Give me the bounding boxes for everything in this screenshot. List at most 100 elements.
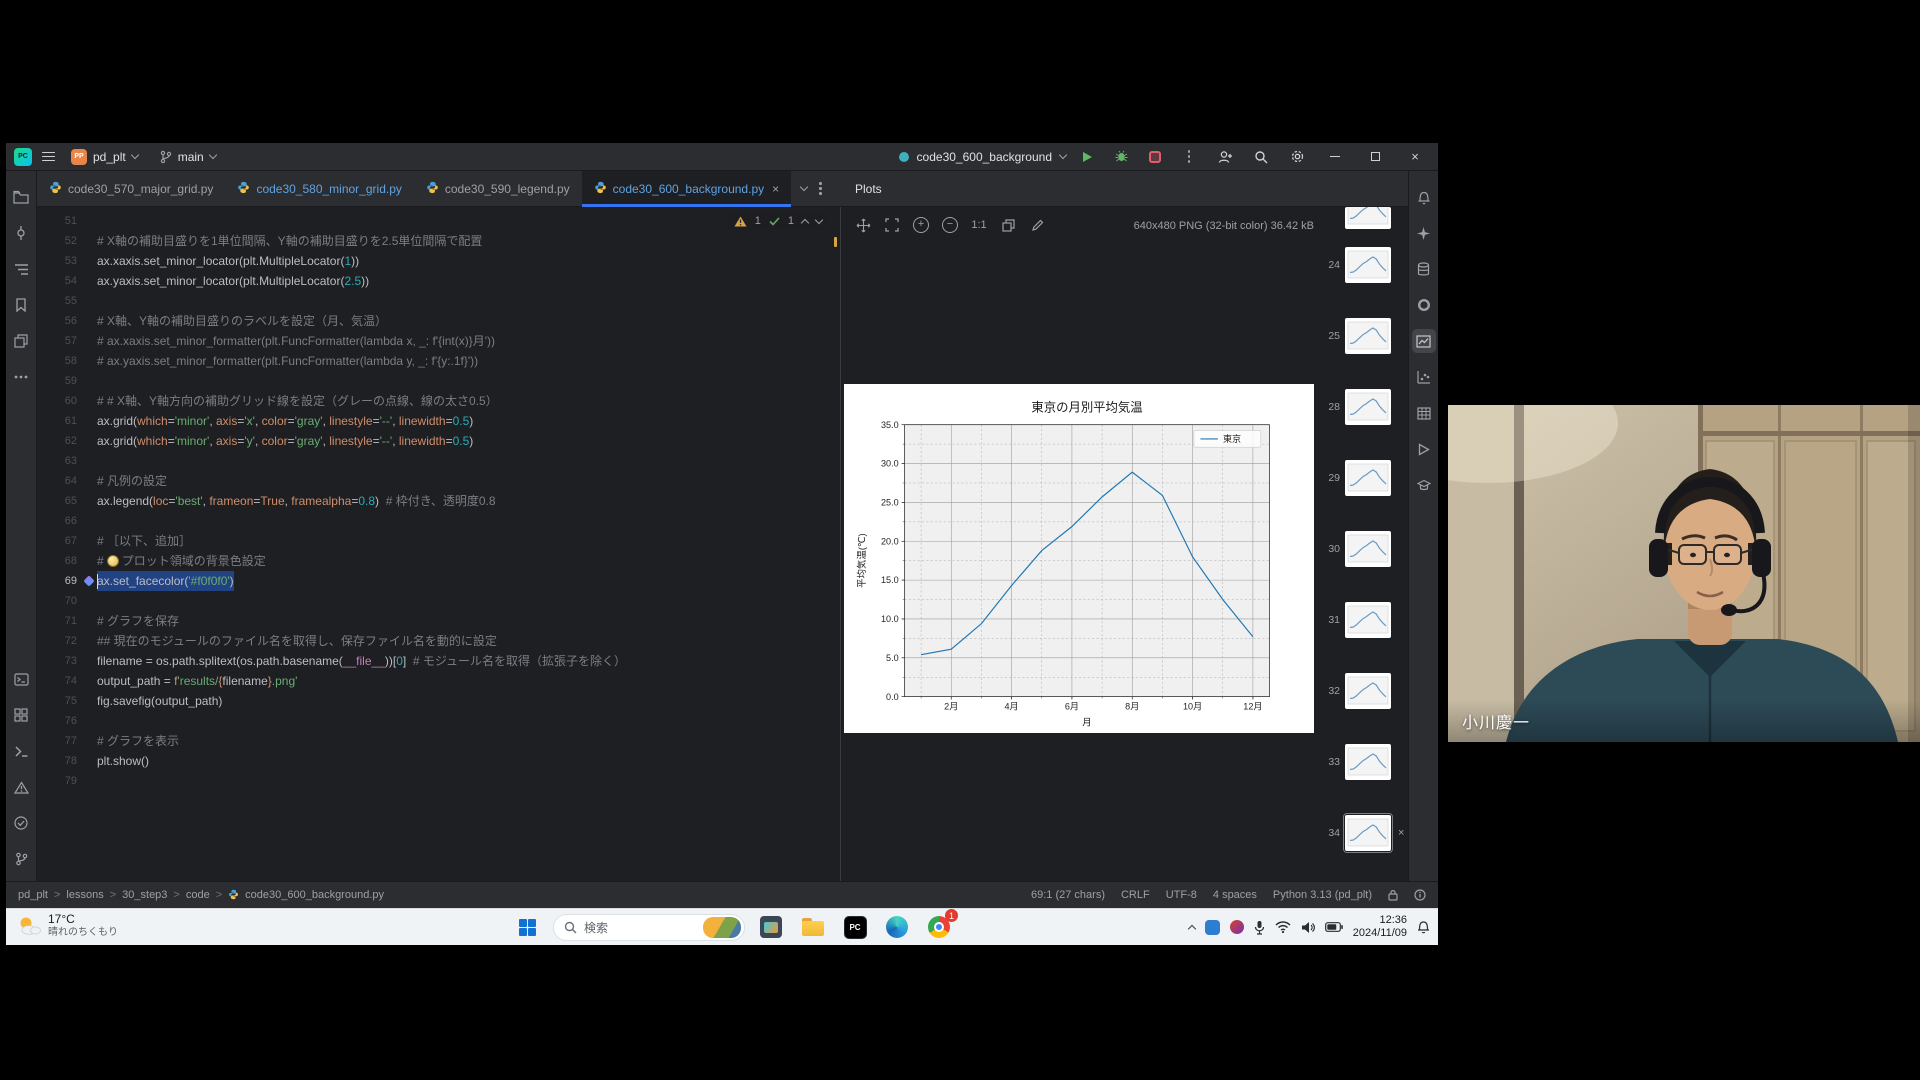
taskbar-app-chrome[interactable]: 1 bbox=[923, 911, 955, 943]
zoom-out-button[interactable]: − bbox=[940, 215, 960, 235]
python-interpreter[interactable]: Python 3.13 (pd_plt) bbox=[1273, 889, 1372, 901]
code-line-66[interactable]: 66 bbox=[37, 511, 840, 531]
gutter-ai-icon[interactable] bbox=[83, 575, 94, 586]
sciview-tool-button[interactable] bbox=[1412, 365, 1436, 389]
code-line-76[interactable]: 76 bbox=[37, 711, 840, 731]
pan-plot-button[interactable] bbox=[853, 215, 873, 235]
taskbar-app-widgets[interactable] bbox=[755, 911, 787, 943]
code-line-56[interactable]: 56# X軸、Y軸の補助目盛りのラベルを設定（月、気温） bbox=[37, 311, 840, 331]
line-number[interactable]: 77 bbox=[37, 731, 81, 751]
code-line-68[interactable]: 68#プロット領域の背景色設定 bbox=[37, 551, 840, 571]
thumbnail-image[interactable] bbox=[1345, 207, 1391, 229]
line-number[interactable]: 79 bbox=[37, 771, 81, 791]
recent-files-tool-button[interactable] bbox=[9, 329, 33, 353]
tray-wifi-button[interactable] bbox=[1275, 921, 1291, 933]
learn-tool-button[interactable] bbox=[1412, 473, 1436, 497]
code-line-67[interactable]: 67# ［以下、追加］ bbox=[37, 531, 840, 551]
breadcrumb-item[interactable]: code30_600_background.py bbox=[245, 889, 384, 901]
plots-tool-button[interactable] bbox=[1412, 329, 1436, 353]
run-tool-button[interactable] bbox=[1412, 437, 1436, 461]
fit-to-window-button[interactable] bbox=[882, 215, 902, 235]
tray-app-icon-1[interactable] bbox=[1205, 920, 1220, 935]
run-button[interactable] bbox=[1074, 144, 1100, 170]
terminal-tool-button[interactable] bbox=[9, 739, 33, 763]
info-icon[interactable] bbox=[1414, 889, 1426, 901]
line-number[interactable]: 69 bbox=[37, 571, 81, 591]
line-number[interactable]: 70 bbox=[37, 591, 81, 611]
close-button[interactable]: × bbox=[1400, 143, 1430, 171]
ai-assistant-tool-button[interactable] bbox=[1412, 221, 1436, 245]
line-number[interactable]: 55 bbox=[37, 291, 81, 311]
tab-close-icon[interactable]: × bbox=[772, 182, 779, 196]
prev-problem-icon[interactable] bbox=[801, 218, 809, 226]
line-number[interactable]: 56 bbox=[37, 311, 81, 331]
plot-thumbnail[interactable] bbox=[1322, 207, 1391, 229]
taskbar-app-pycharm[interactable]: PC bbox=[839, 911, 871, 943]
tray-mic-button[interactable] bbox=[1254, 920, 1265, 935]
plot-thumbnail[interactable]: 34× bbox=[1322, 815, 1404, 851]
line-number[interactable]: 68 bbox=[37, 551, 81, 571]
caret-position[interactable]: 69:1 (27 chars) bbox=[1031, 889, 1105, 901]
thumbnail-image[interactable] bbox=[1345, 531, 1391, 567]
plot-thumbnail[interactable]: 32 bbox=[1322, 673, 1391, 709]
line-number[interactable]: 65 bbox=[37, 491, 81, 511]
line-number[interactable]: 62 bbox=[37, 431, 81, 451]
hidden-tabs-chevron-icon[interactable] bbox=[800, 183, 808, 191]
problems-tool-button[interactable] bbox=[9, 775, 33, 799]
breadcrumb-item[interactable]: 30_step3 bbox=[122, 889, 167, 901]
line-number[interactable]: 63 bbox=[37, 451, 81, 471]
minimize-button[interactable] bbox=[1320, 143, 1350, 171]
plot-thumbnail[interactable]: 25 bbox=[1322, 318, 1391, 354]
lock-icon[interactable] bbox=[1388, 889, 1398, 901]
thumbnail-image[interactable] bbox=[1345, 673, 1391, 709]
line-number[interactable]: 67 bbox=[37, 531, 81, 551]
thumbnail-image[interactable] bbox=[1345, 247, 1391, 283]
line-separator[interactable]: CRLF bbox=[1121, 889, 1150, 901]
code-line-59[interactable]: 59 bbox=[37, 371, 840, 391]
taskbar-app-explorer[interactable] bbox=[797, 911, 829, 943]
edit-plot-button[interactable] bbox=[1027, 215, 1047, 235]
inspections-widget[interactable]: 1 1 bbox=[728, 213, 828, 229]
next-problem-icon[interactable] bbox=[815, 215, 823, 223]
todo-tool-button[interactable] bbox=[9, 811, 33, 835]
tray-battery-button[interactable] bbox=[1325, 922, 1343, 932]
indent-setting[interactable]: 4 spaces bbox=[1213, 889, 1257, 901]
plot-thumbnail[interactable]: 30 bbox=[1322, 531, 1391, 567]
services-tool-button[interactable] bbox=[9, 703, 33, 727]
line-number[interactable]: 60 bbox=[37, 391, 81, 411]
line-number[interactable]: 78 bbox=[37, 751, 81, 771]
actual-size-button[interactable]: 1:1 bbox=[969, 215, 989, 235]
zoom-in-button[interactable]: + bbox=[911, 215, 931, 235]
plot-thumbnail[interactable]: 29 bbox=[1322, 460, 1391, 496]
line-number[interactable]: 59 bbox=[37, 371, 81, 391]
commit-tool-button[interactable] bbox=[9, 221, 33, 245]
line-number[interactable]: 53 bbox=[37, 251, 81, 271]
code-line-64[interactable]: 64# 凡例の設定 bbox=[37, 471, 840, 491]
version-control-tool-button[interactable] bbox=[9, 847, 33, 871]
code-line-70[interactable]: 70 bbox=[37, 591, 840, 611]
stop-button[interactable] bbox=[1142, 144, 1168, 170]
code-with-me-button[interactable] bbox=[1212, 144, 1238, 170]
plot-thumbnail[interactable]: 24 bbox=[1322, 247, 1391, 283]
breadcrumb-item[interactable]: code bbox=[186, 889, 210, 901]
thumbnail-image[interactable] bbox=[1345, 602, 1391, 638]
plot-thumbnail[interactable]: 31 bbox=[1322, 602, 1391, 638]
code-line-58[interactable]: 58# ax.yaxis.set_minor_formatter(plt.Fun… bbox=[37, 351, 840, 371]
line-number[interactable]: 51 bbox=[37, 211, 81, 231]
settings-button[interactable] bbox=[1284, 144, 1310, 170]
plot-thumbnail[interactable]: 28 bbox=[1322, 389, 1391, 425]
editor-tab[interactable]: code30_580_minor_grid.py bbox=[225, 171, 413, 206]
thumbnail-image[interactable] bbox=[1345, 815, 1391, 851]
code-editor[interactable]: 5152# X軸の補助目盛りを1単位間隔、Y軸の補助目盛りを2.5単位間隔で配置… bbox=[37, 207, 840, 881]
file-encoding[interactable]: UTF-8 bbox=[1166, 889, 1197, 901]
line-number[interactable]: 58 bbox=[37, 351, 81, 371]
thumbnail-image[interactable] bbox=[1345, 318, 1391, 354]
notifications-tool-button[interactable] bbox=[1412, 185, 1436, 209]
line-number[interactable]: 72 bbox=[37, 631, 81, 651]
line-number[interactable]: 54 bbox=[37, 271, 81, 291]
chevron-down-icon[interactable] bbox=[1059, 151, 1067, 159]
code-line-53[interactable]: 53ax.xaxis.set_minor_locator(plt.Multipl… bbox=[37, 251, 840, 271]
debug-button[interactable] bbox=[1108, 144, 1134, 170]
project-selector[interactable]: PP pd_plt bbox=[65, 146, 144, 168]
code-line-78[interactable]: 78plt.show() bbox=[37, 751, 840, 771]
